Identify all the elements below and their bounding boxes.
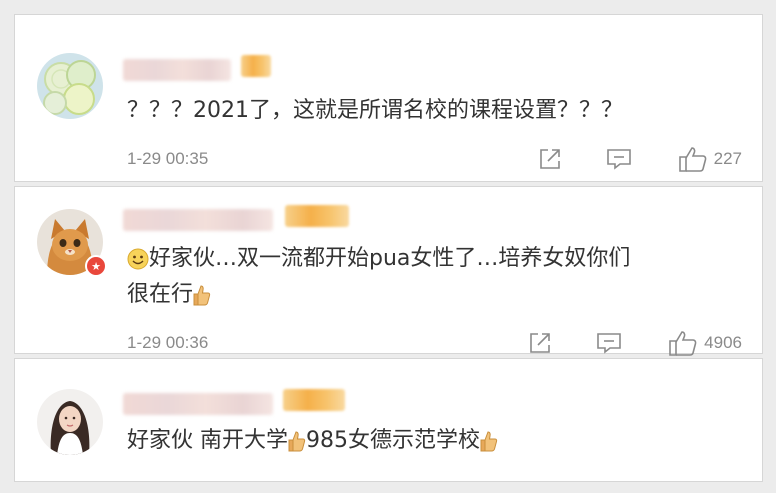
avatar[interactable] — [37, 389, 103, 455]
thumbs-up-icon — [678, 147, 707, 172]
comment-actions: 227 — [538, 145, 742, 173]
thumbs-up-icon — [669, 331, 697, 356]
blurred-badge — [283, 389, 345, 411]
like-button[interactable]: 4906 — [668, 329, 742, 357]
comment-card: ？？？2021了，这就是所谓名校的课程设置？？？ 1-29 00:35 227 — [14, 14, 763, 182]
smile-emoji — [127, 248, 149, 270]
comment-text: ？？？2021了，这就是所谓名校的课程设置？？？ — [127, 98, 623, 123]
like-button[interactable]: 227 — [678, 145, 742, 173]
blurred-badge — [241, 55, 271, 77]
reply-button[interactable] — [606, 147, 632, 171]
blurred-username[interactable] — [123, 209, 273, 231]
avatar[interactable] — [37, 53, 103, 119]
share-button[interactable] — [538, 147, 562, 171]
like-count: 227 — [713, 149, 742, 168]
blurred-badge — [285, 205, 349, 227]
blurred-username[interactable] — [123, 59, 231, 81]
blurred-username[interactable] — [123, 393, 273, 415]
reply-icon — [606, 149, 631, 170]
comment-text: 好家伙 南开大学 985女德示范学校 — [127, 423, 742, 459]
thumbs-up-emoji — [288, 431, 306, 452]
verified-badge-icon: ★ — [85, 255, 107, 277]
reply-button[interactable] — [596, 331, 622, 355]
share-icon — [530, 333, 550, 353]
thumbs-up-emoji — [480, 431, 498, 452]
reply-icon — [597, 333, 621, 354]
like-count: 4906 — [704, 333, 742, 352]
comment-time: 1-29 00:35 — [127, 149, 209, 168]
comment-text: 好家伙…双一流都开始pua女性了…培养女奴你们 很在行 — [127, 246, 631, 307]
thumbs-up-emoji — [193, 285, 211, 306]
comment-time: 1-29 00:36 — [127, 333, 209, 352]
comment-card: ★ 好家伙…双一流都开始pua女性了…培养女奴你们 很在行 1-29 00:36 — [14, 186, 763, 357]
share-icon — [539, 149, 560, 169]
comment-actions: 4906 — [528, 329, 742, 357]
share-button[interactable] — [528, 331, 552, 355]
comment-card: 好家伙 南开大学 985女德示范学校 — [14, 358, 763, 482]
